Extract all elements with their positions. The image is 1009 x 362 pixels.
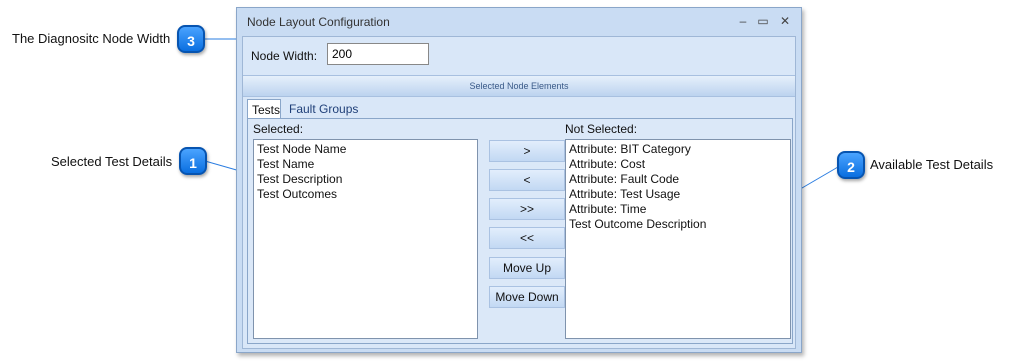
node-width-input[interactable] <box>327 43 429 65</box>
list-item[interactable]: Test Outcome Description <box>569 217 787 232</box>
move-down-button[interactable]: Move Down <box>489 286 565 308</box>
list-item[interactable]: Attribute: Time <box>569 202 787 217</box>
tab-fault-groups[interactable]: Fault Groups <box>285 99 362 119</box>
selected-list[interactable]: Test Node Name Test Name Test Descriptio… <box>253 139 478 339</box>
tab-tests[interactable]: Tests <box>247 99 281 119</box>
close-icon[interactable]: ✕ <box>777 13 793 29</box>
title-bar[interactable]: Node Layout Configuration – ▭ ✕ <box>237 8 801 36</box>
add-all-button[interactable]: >> <box>489 198 565 220</box>
list-item[interactable]: Test Name <box>257 157 474 172</box>
list-item[interactable]: Attribute: Fault Code <box>569 172 787 187</box>
not-selected-label: Not Selected: <box>565 122 638 136</box>
callout-label-node-width: The Diagnositc Node Width <box>12 31 171 46</box>
minimize-icon[interactable]: – <box>735 13 751 29</box>
dialog-body: Node Width: Selected Node Elements Tests… <box>242 36 796 349</box>
not-selected-list[interactable]: Attribute: BIT Category Attribute: Cost … <box>565 139 791 339</box>
remove-all-button[interactable]: << <box>489 227 565 249</box>
callout-badge-3: 3 <box>177 25 205 53</box>
node-layout-window: Node Layout Configuration – ▭ ✕ Node Wid… <box>236 7 802 353</box>
section-header: Selected Node Elements <box>243 75 795 97</box>
maximize-icon[interactable]: ▭ <box>755 13 771 29</box>
callout-badge-2: 2 <box>837 151 865 179</box>
list-item[interactable]: Test Node Name <box>257 142 474 157</box>
tests-panel: Selected: Test Node Name Test Name Test … <box>247 118 793 344</box>
callout-badge-1: 1 <box>179 147 207 175</box>
add-button[interactable]: > <box>489 140 565 162</box>
list-item[interactable]: Test Description <box>257 172 474 187</box>
window-title: Node Layout Configuration <box>247 15 390 29</box>
selected-label: Selected: <box>253 122 304 136</box>
callout-label-selected: Selected Test Details <box>51 154 173 169</box>
list-item[interactable]: Attribute: BIT Category <box>569 142 787 157</box>
list-item[interactable]: Attribute: Cost <box>569 157 787 172</box>
list-item[interactable]: Attribute: Test Usage <box>569 187 787 202</box>
list-item[interactable]: Test Outcomes <box>257 187 474 202</box>
node-width-label: Node Width: <box>251 49 318 63</box>
callout-label-available: Available Test Details <box>870 157 994 172</box>
remove-button[interactable]: < <box>489 169 565 191</box>
move-up-button[interactable]: Move Up <box>489 257 565 279</box>
